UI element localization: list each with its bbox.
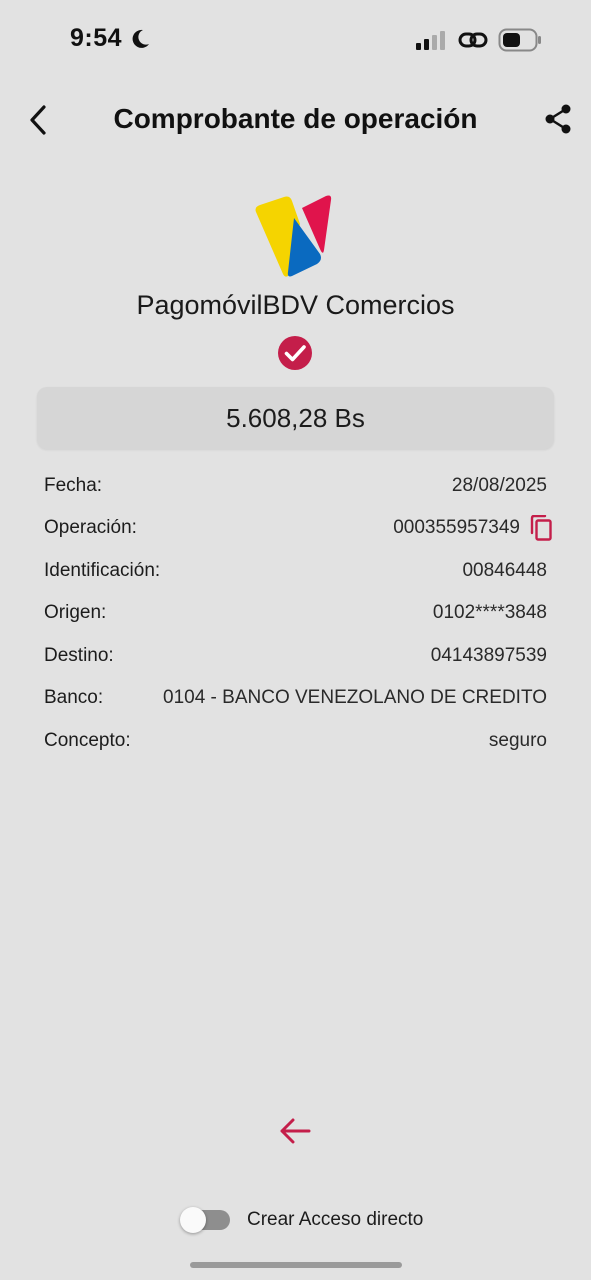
detail-row-banco: Banco: 0104 - BANCO VENEZOLANO DE CREDIT… — [44, 687, 547, 717]
toggle-knob — [180, 1207, 206, 1233]
detail-value: 0102****3848 — [432, 602, 547, 623]
status-time: 9:54 — [70, 24, 123, 52]
signal-icon — [416, 30, 448, 55]
detail-label: Operación: — [44, 517, 137, 538]
detail-row-concepto: Concepto: seguro — [44, 730, 547, 760]
battery-icon — [498, 28, 542, 57]
arrow-left-icon[interactable] — [278, 1116, 312, 1151]
detail-row-identificacion: Identificación: 00846448 — [44, 560, 547, 590]
copy-icon[interactable] — [529, 514, 553, 546]
shortcut-label: Crear Acceso directo — [247, 1209, 424, 1230]
detail-row-operacion: Operación: 000355957349 — [44, 517, 547, 547]
detail-label: Destino: — [44, 645, 114, 666]
detail-value: 28/08/2025 — [451, 475, 547, 496]
moon-icon — [130, 28, 150, 55]
detail-value: 04143897539 — [430, 645, 547, 666]
detail-value: 000355957349 — [393, 517, 520, 538]
check-circle-icon — [277, 335, 313, 376]
detail-label: Identificación: — [44, 560, 161, 581]
bdv-logo — [254, 194, 334, 283]
home-indicator[interactable] — [190, 1262, 402, 1268]
detail-label: Banco: — [44, 687, 104, 708]
share-icon[interactable] — [544, 104, 572, 139]
brand-name: PagomóvilBDV Comercios — [136, 290, 455, 320]
detail-value: 0104 - BANCO VENEZOLANO DE CREDITO — [163, 687, 547, 708]
detail-value: seguro — [488, 730, 547, 751]
page-title: Comprobante de operación — [113, 103, 478, 134]
detail-value: 00846448 — [462, 560, 547, 581]
detail-label: Fecha: — [44, 475, 103, 496]
detail-label: Origen: — [44, 602, 107, 623]
detail-label: Concepto: — [44, 730, 131, 751]
detail-row-origen: Origen: 0102****3848 — [44, 602, 547, 632]
shortcut-toggle[interactable] — [180, 1207, 230, 1233]
detail-row-fecha: Fecha: 28/08/2025 — [44, 475, 547, 505]
amount-display: 5.608,28 Bs — [37, 387, 554, 449]
link-icon — [458, 29, 488, 56]
detail-row-destino: Destino: 04143897539 — [44, 645, 547, 675]
